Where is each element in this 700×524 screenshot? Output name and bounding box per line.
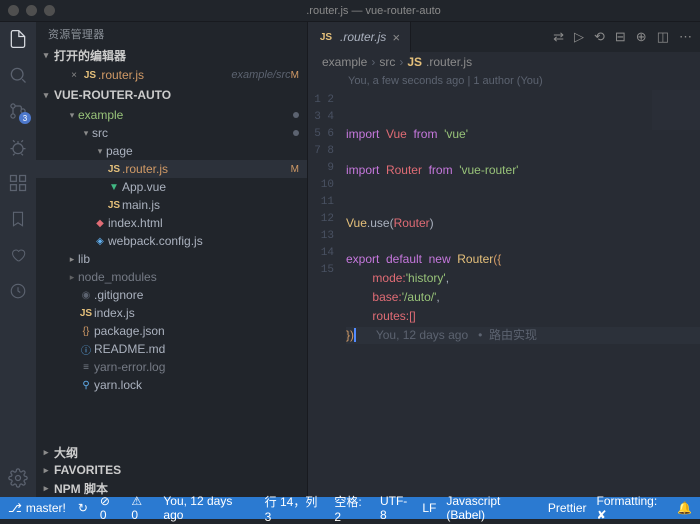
tree-file-app[interactable]: ▼App.vue bbox=[36, 178, 307, 196]
breadcrumb[interactable]: example› src› JS .router.js bbox=[308, 52, 700, 72]
favorites-header[interactable]: ▸FAVORITES bbox=[36, 461, 307, 479]
bookmark-icon[interactable] bbox=[7, 208, 29, 230]
js-icon: JS bbox=[82, 70, 98, 81]
code-lines[interactable]: import Vue from 'vue' import Router from… bbox=[342, 90, 700, 497]
activity-bar: 3 bbox=[0, 22, 36, 497]
js-icon: JS bbox=[106, 200, 122, 211]
editor-group: JS .router.js × ⇄ ▷ ⟲ ⊟ ⊕ ◫ ⋯ example› s… bbox=[308, 22, 700, 497]
open-editors-header[interactable]: ▾打开的编辑器 bbox=[36, 46, 307, 64]
tree-file-webpack[interactable]: ◈webpack.config.js bbox=[36, 232, 307, 250]
tree-file-package[interactable]: {}package.json bbox=[36, 322, 307, 340]
run-icon[interactable]: ▷ bbox=[574, 29, 584, 45]
tree-file-indexjs[interactable]: JSindex.js bbox=[36, 304, 307, 322]
titlebar: .router.js — vue-router-auto bbox=[0, 0, 700, 22]
scm-icon[interactable]: 3 bbox=[7, 100, 29, 122]
favorite-icon[interactable] bbox=[7, 244, 29, 266]
history-icon[interactable] bbox=[7, 280, 29, 302]
settings-icon[interactable] bbox=[7, 467, 29, 489]
language[interactable]: Javascript (Babel) bbox=[446, 494, 537, 522]
tree-file-router[interactable]: JS.router.jsM bbox=[36, 160, 307, 178]
extensions-icon[interactable] bbox=[7, 172, 29, 194]
tab-router[interactable]: JS .router.js × bbox=[308, 22, 411, 52]
preview-icon[interactable]: ⊕ bbox=[636, 29, 647, 45]
warnings-indicator[interactable]: ⚠ 0 bbox=[131, 494, 151, 522]
diff-icon[interactable]: ⊟ bbox=[615, 29, 626, 45]
editor-actions: ⇄ ▷ ⟲ ⊟ ⊕ ◫ ⋯ bbox=[545, 22, 700, 52]
tree-folder-page[interactable]: ▾page bbox=[36, 142, 307, 160]
status-bar: ⎇ master! ↻ ⊘ 0 ⚠ 0 You, 12 days ago 行 1… bbox=[0, 497, 700, 519]
html-icon: ◆ bbox=[92, 218, 108, 229]
log-icon: ≡ bbox=[78, 362, 94, 373]
js-icon: JS bbox=[106, 164, 122, 175]
tree-file-main[interactable]: JSmain.js bbox=[36, 196, 307, 214]
sidebar: 资源管理器 ▾打开的编辑器 × JS .router.js example/sr… bbox=[36, 22, 308, 497]
min-dot[interactable] bbox=[26, 5, 37, 16]
code-area[interactable]: 1 2 3 4 5 6 7 8 9 10 11 12 13 14 15 impo… bbox=[308, 90, 700, 497]
close-icon[interactable]: × bbox=[66, 70, 82, 81]
tab-close-icon[interactable]: × bbox=[392, 30, 400, 45]
encoding[interactable]: UTF-8 bbox=[380, 494, 412, 522]
open-editor-item[interactable]: × JS .router.js example/src M bbox=[36, 66, 307, 84]
window-controls[interactable] bbox=[8, 5, 55, 16]
sidebar-title: 资源管理器 bbox=[36, 22, 307, 46]
split-icon[interactable]: ◫ bbox=[657, 29, 669, 45]
js-icon: JS bbox=[78, 308, 94, 319]
tree-file-readme[interactable]: ⓘREADME.md bbox=[36, 340, 307, 358]
vue-icon: ▼ bbox=[106, 182, 122, 193]
compare-icon[interactable]: ⇄ bbox=[553, 29, 564, 45]
js-icon: JS bbox=[407, 55, 422, 69]
formatting[interactable]: Formatting: ✘ bbox=[597, 494, 668, 522]
blame-line: You, a few seconds ago | 1 author (You) bbox=[308, 72, 700, 90]
tree-file-gitignore[interactable]: ◉.gitignore bbox=[36, 286, 307, 304]
tree-folder-example[interactable]: ▾example bbox=[36, 106, 307, 124]
max-dot[interactable] bbox=[44, 5, 55, 16]
explorer-icon[interactable] bbox=[7, 28, 29, 50]
errors-indicator[interactable]: ⊘ 0 bbox=[100, 494, 119, 522]
yarn-icon: ⚲ bbox=[78, 380, 94, 391]
workspace-header[interactable]: ▾VUE-ROUTER-AUTO bbox=[36, 86, 307, 104]
webpack-icon: ◈ bbox=[92, 236, 108, 247]
tree-folder-lib[interactable]: ▸lib bbox=[36, 250, 307, 268]
notifications-icon[interactable]: 🔔 bbox=[677, 501, 692, 515]
refresh-icon[interactable]: ⟲ bbox=[594, 29, 605, 45]
search-icon[interactable] bbox=[7, 64, 29, 86]
chevron-down-icon: ▾ bbox=[40, 90, 52, 101]
outline-header[interactable]: ▸大纲 bbox=[36, 443, 307, 461]
more-icon[interactable]: ⋯ bbox=[679, 29, 692, 45]
window-title: .router.js — vue-router-auto bbox=[55, 5, 692, 17]
tree-file-indexhtml[interactable]: ◆index.html bbox=[36, 214, 307, 232]
tree-file-yarnlock[interactable]: ⚲yarn.lock bbox=[36, 376, 307, 394]
scm-badge: 3 bbox=[19, 112, 31, 124]
js-icon: JS bbox=[318, 32, 334, 43]
blame-status[interactable]: You, 12 days ago bbox=[163, 494, 252, 522]
json-icon: {} bbox=[78, 326, 94, 337]
prettier[interactable]: Prettier bbox=[548, 501, 587, 515]
sync-button[interactable]: ↻ bbox=[78, 501, 88, 515]
git-icon: ◉ bbox=[78, 290, 94, 301]
gutter: 1 2 3 4 5 6 7 8 9 10 11 12 13 14 15 bbox=[308, 90, 342, 497]
tree-file-yarnerror[interactable]: ≡yarn-error.log bbox=[36, 358, 307, 376]
close-dot[interactable] bbox=[8, 5, 19, 16]
debug-icon[interactable] bbox=[7, 136, 29, 158]
chevron-down-icon: ▾ bbox=[40, 50, 52, 61]
eol[interactable]: LF bbox=[422, 501, 436, 515]
tree-folder-nodemodules[interactable]: ▸node_modules bbox=[36, 268, 307, 286]
branch-indicator[interactable]: ⎇ master! bbox=[8, 501, 66, 515]
tree-folder-src[interactable]: ▾src bbox=[36, 124, 307, 142]
tab-bar: JS .router.js × ⇄ ▷ ⟲ ⊟ ⊕ ◫ ⋯ bbox=[308, 22, 700, 52]
minimap[interactable] bbox=[652, 90, 700, 130]
info-icon: ⓘ bbox=[78, 342, 94, 357]
